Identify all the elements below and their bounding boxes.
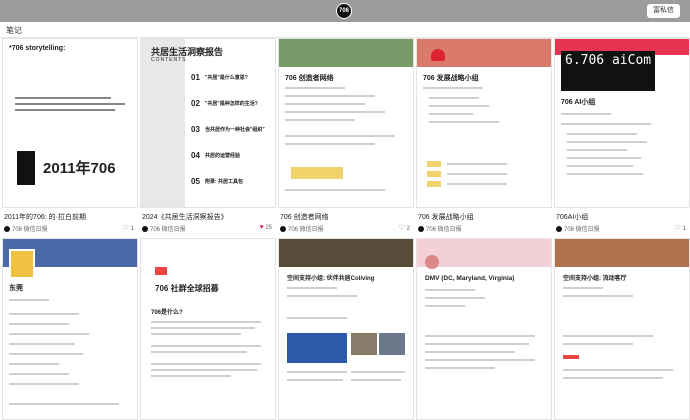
thumb-title: 空间支持小组: 伙伴共居Coliving (287, 276, 375, 282)
thumb-title: 706 社群全球招募 (155, 284, 219, 293)
thumb-title: 706 AI小组 (561, 99, 596, 106)
avatar (4, 226, 10, 232)
flower-icon (425, 255, 439, 269)
heart-icon: ♡ (674, 225, 681, 232)
note-card[interactable]: 706 创造者网络 706 创造者网络 706 微信日报 ♡ 2 (278, 38, 414, 236)
note-card[interactable]: 共居生活洞察报告 CONTENTS 01 "共居"是什么意思? 02 "共居"是种怎样… (140, 38, 276, 236)
note-title[interactable]: 2024《共居生活洞察报告》 (142, 212, 228, 222)
note-card[interactable]: 706 发展战略小组 706 发展战略小组 706 微信日报 (416, 38, 552, 236)
thumb-title: 东莞 (9, 285, 23, 292)
note-thumbnail[interactable]: 空间支持小组: 伙伴共居Coliving (278, 238, 414, 420)
note-author: 706 微信日报 (280, 224, 324, 233)
app-logo[interactable]: 706 (336, 3, 352, 19)
page-title: 笔记 (6, 26, 22, 35)
toc-item: 附录: 共居工具包 (205, 179, 244, 185)
window-titlebar: 706 富私信 (0, 0, 690, 22)
note-thumbnail[interactable]: 706 社群全球招募 706是什么? (140, 238, 276, 420)
avatar (418, 226, 424, 232)
note-card[interactable]: 706 社群全球招募 706是什么? (140, 238, 276, 420)
thumb-big-text: 2011年706 (43, 160, 116, 177)
note-card[interactable]: *706 storytelling: 2011年706 2011年的706: 的… (2, 38, 138, 236)
bell-icon (431, 49, 445, 61)
note-card[interactable]: 空间支持小组: 伙伴共居Coliving (278, 238, 414, 420)
toc-number: 02 (191, 99, 200, 108)
note-thumbnail[interactable]: 共居生活洞察报告 CONTENTS 01 "共居"是什么意思? 02 "共居"是种怎样… (140, 38, 276, 208)
message-button[interactable]: 富私信 (647, 4, 680, 18)
thumb-title: 706 发展战略小组 (423, 75, 479, 82)
note-author: 706 微信日报 (4, 224, 48, 233)
envelope-icon (155, 267, 167, 275)
robot-icon (17, 151, 35, 185)
toc-number: 01 (191, 73, 200, 82)
like-count[interactable]: ♡ 2 (399, 224, 410, 232)
note-thumbnail[interactable]: *706 storytelling: 2011年706 (2, 38, 138, 208)
note-card[interactable]: DMV (DC, Maryland, Virginia) (416, 238, 552, 420)
note-card[interactable]: 空间支持小组: 流动客厅 (554, 238, 690, 420)
cover-image (9, 249, 35, 279)
avatar (280, 226, 286, 232)
toc-item: 共居的运营经验 (205, 153, 241, 159)
like-count[interactable]: ♡ 1 (675, 224, 686, 232)
note-author: 706 微信日报 (142, 224, 186, 233)
thumb-title: 空间支持小组: 流动客厅 (563, 276, 627, 282)
heart-icon: ♡ (122, 225, 129, 232)
note-card[interactable]: 东莞 (2, 238, 138, 420)
note-title[interactable]: 706 发展战略小组 (418, 212, 474, 222)
toc-number: 04 (191, 151, 200, 160)
note-thumbnail[interactable]: 东莞 (2, 238, 138, 420)
like-count[interactable]: ♥ 25 (259, 224, 272, 231)
note-thumbnail[interactable]: 空间支持小组: 流动客厅 (554, 238, 690, 420)
thumb-title: 706 创造者网络 (285, 75, 334, 82)
aicom-logo: 6.706 aiCom (561, 51, 656, 91)
note-thumbnail[interactable]: 6.706 aiCom 706 AI小组 (554, 38, 690, 208)
cover-image (287, 333, 347, 363)
section-header: 笔记 (0, 22, 690, 38)
like-count[interactable]: ♡ 1 (123, 224, 134, 232)
thumb-title: *706 storytelling: (9, 45, 66, 52)
toc-number: 03 (191, 125, 200, 134)
note-title[interactable]: 706AI小组 (556, 212, 588, 222)
note-title[interactable]: 706 创造者网络 (280, 212, 329, 222)
toc-item: "共居"是什么意思? (205, 75, 248, 81)
heart-icon: ♥ (259, 224, 264, 231)
note-title[interactable]: 2011年的706: 的·拉白前期 (4, 212, 86, 222)
avatar (556, 226, 562, 232)
toc-item: "共居"是种怎样的生活? (205, 101, 258, 107)
note-author: 706 微信日报 (556, 224, 600, 233)
note-thumbnail[interactable]: 706 发展战略小组 (416, 38, 552, 208)
note-card[interactable]: 6.706 aiCom 706 AI小组 706AI小组 706 微信日报 ♡ … (554, 38, 690, 236)
note-thumbnail[interactable]: 706 创造者网络 (278, 38, 414, 208)
toc-item: 当共居作为一种社会"组织" (205, 127, 265, 133)
avatar (142, 226, 148, 232)
note-author: 706 微信日报 (418, 224, 462, 233)
toc-number: 05 (191, 177, 200, 186)
heart-icon: ♡ (398, 225, 405, 232)
thumb-title: DMV (DC, Maryland, Virginia) (425, 275, 515, 282)
note-thumbnail[interactable]: DMV (DC, Maryland, Virginia) (416, 238, 552, 420)
